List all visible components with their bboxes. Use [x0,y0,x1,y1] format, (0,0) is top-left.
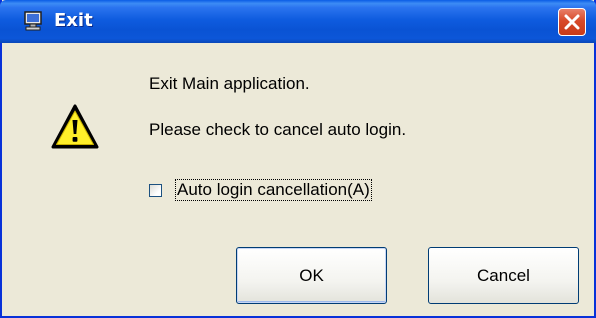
title-bar[interactable]: Exit [0,0,596,43]
exit-dialog: Exit Exit Main application. Please check… [0,0,596,318]
window-title: Exit [54,10,93,31]
cancel-auto-login-message: Please check to cancel auto login. [149,120,407,139]
cancel-button[interactable]: Cancel [428,247,579,304]
auto-login-cancellation-label[interactable]: Auto login cancellation(A) [175,179,372,201]
computer-monitor-icon [22,10,44,32]
auto-login-cancellation-checkbox[interactable] [149,184,162,197]
warning-icon [50,103,100,151]
close-button[interactable] [558,8,586,36]
ok-button[interactable]: OK [236,247,387,304]
exit-message: Exit Main application. [149,74,310,93]
